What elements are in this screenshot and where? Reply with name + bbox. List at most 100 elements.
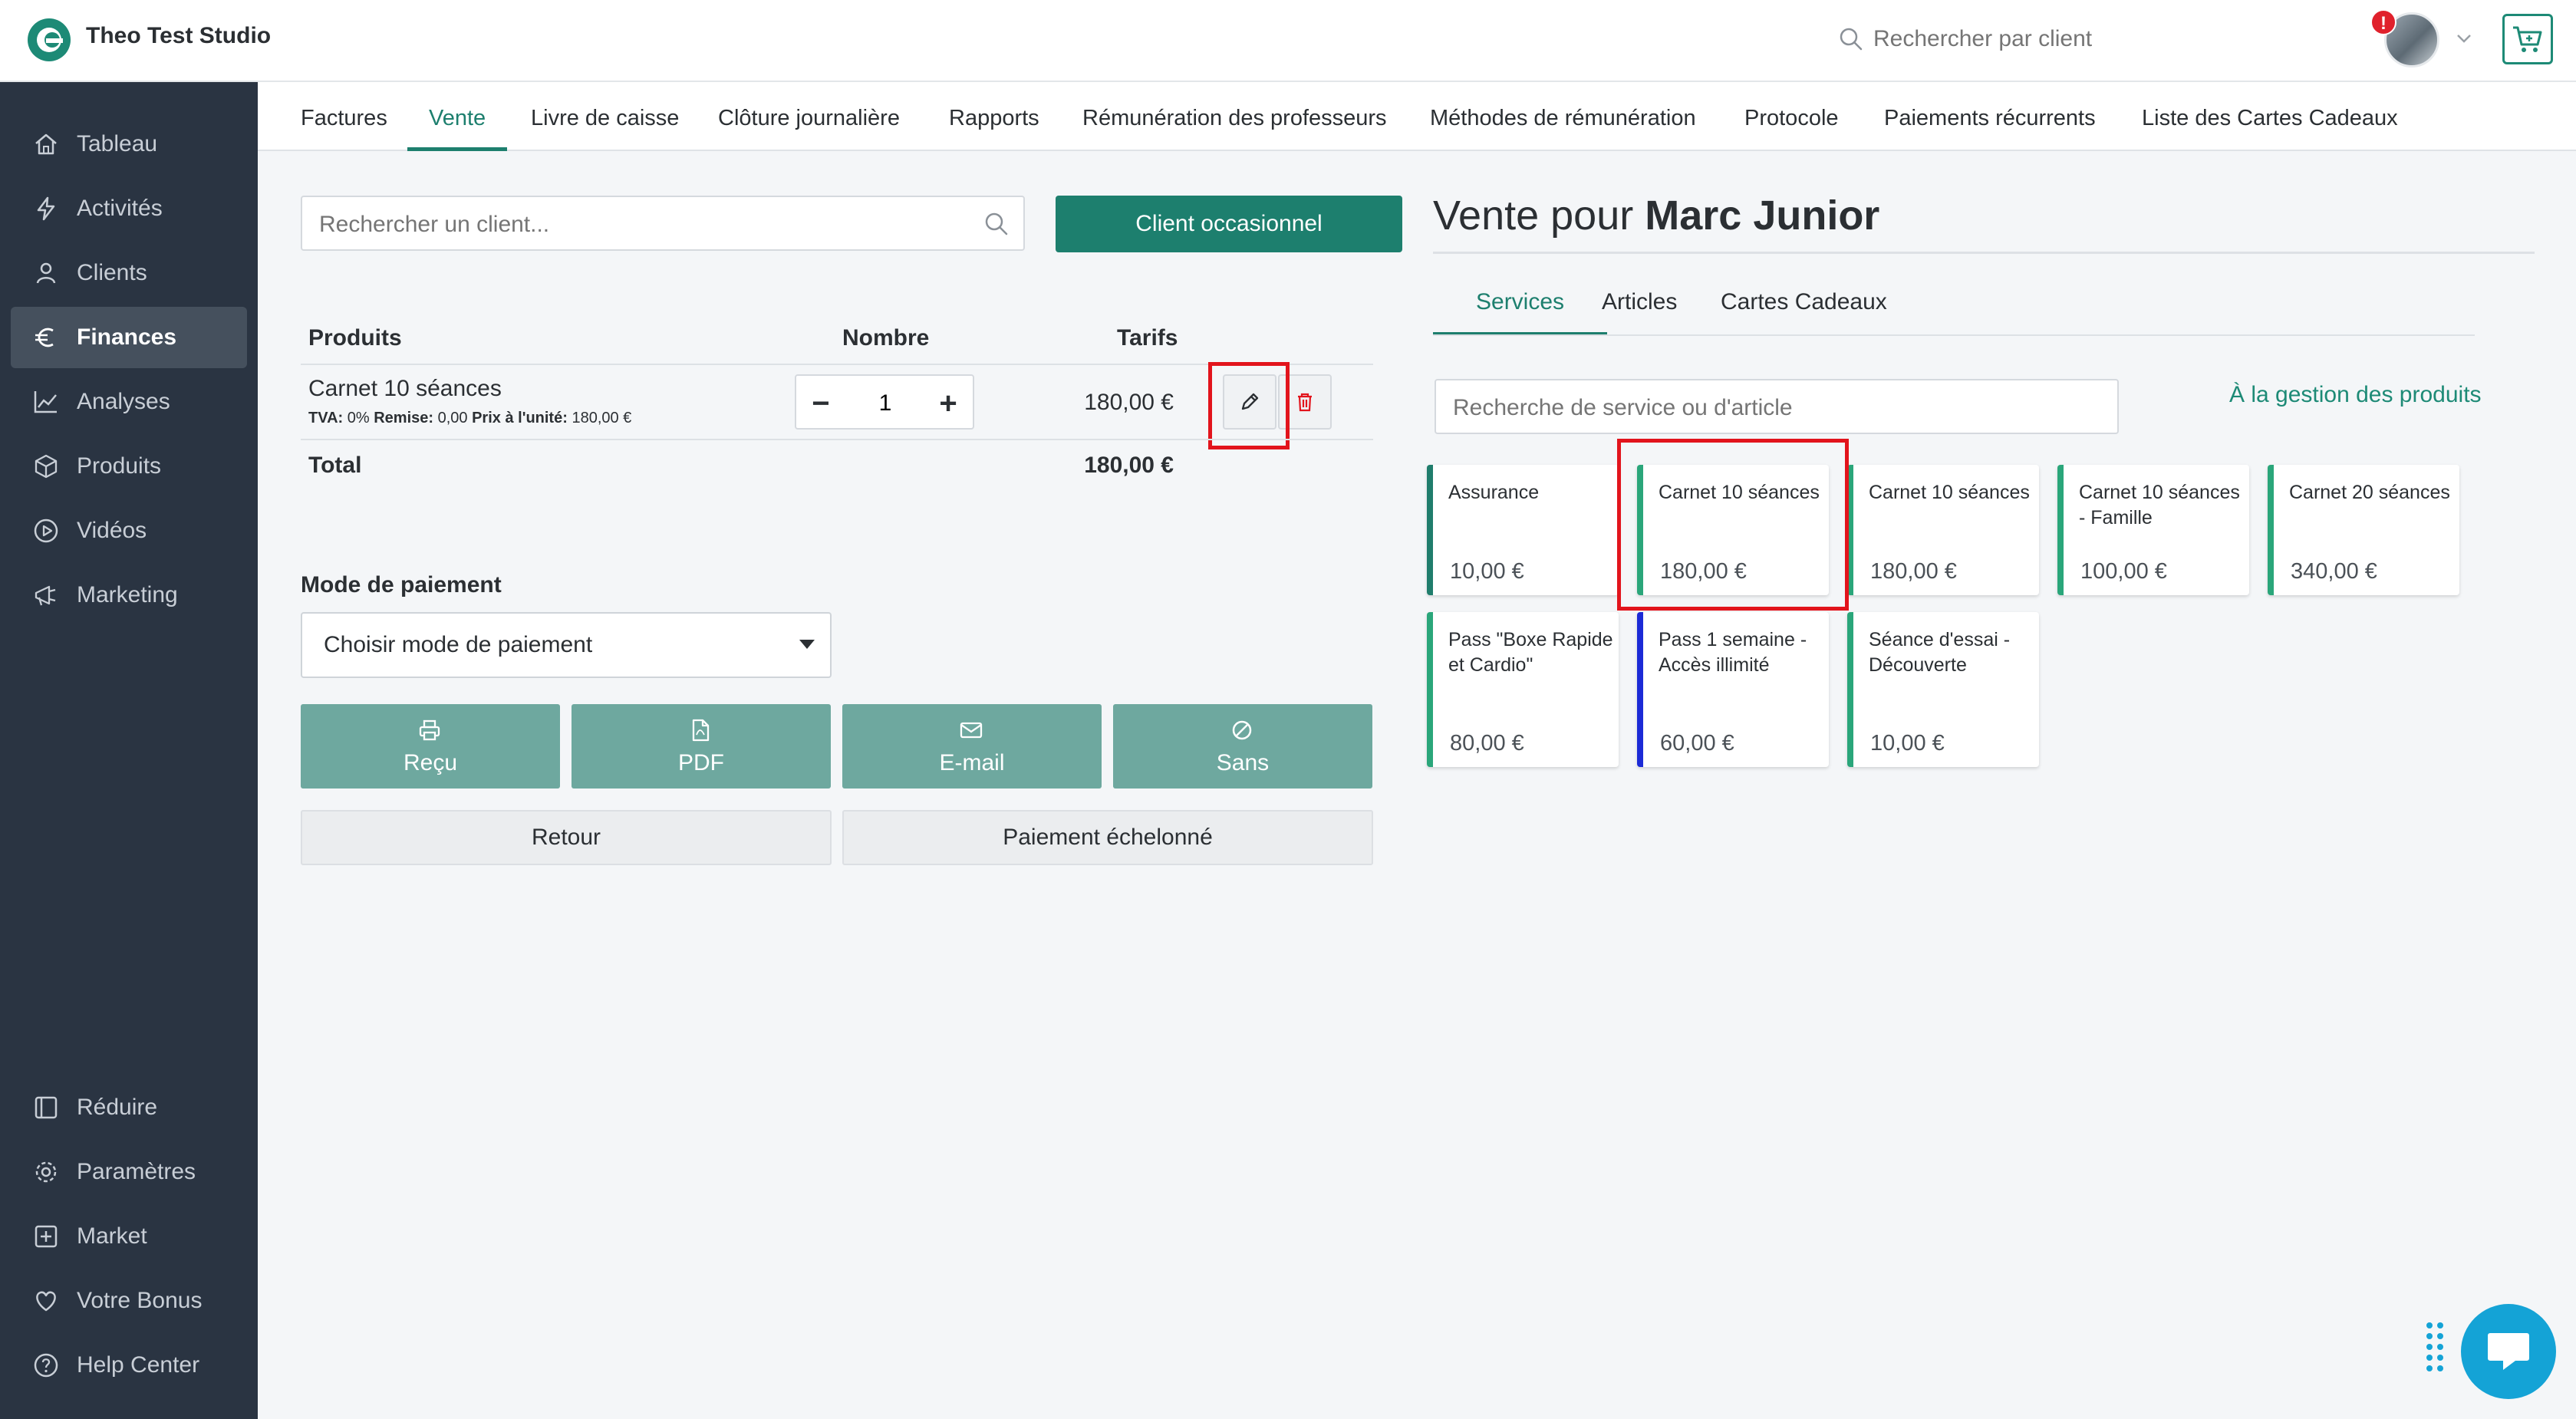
product-card[interactable]: Assurance 10,00 € — [1427, 465, 1619, 595]
tab-paiements-recurrents[interactable]: Paiements récurrents — [1884, 82, 2096, 151]
trash-icon — [1298, 393, 1312, 412]
payment-method-label: Mode de paiement — [301, 572, 502, 598]
sidebar-item-analyses[interactable]: Analyses — [11, 371, 247, 433]
sidebar-item-videos[interactable]: Vidéos — [11, 500, 247, 561]
service-search-input[interactable] — [1453, 393, 2097, 423]
client-global-search[interactable] — [1838, 21, 2160, 57]
quantity-input[interactable] — [847, 387, 924, 420]
client-search — [301, 196, 1025, 251]
delete-line-button[interactable] — [1278, 374, 1332, 430]
client-name: Marc Junior — [1645, 193, 1880, 239]
tab-livre-de-caisse[interactable]: Livre de caisse — [531, 82, 679, 151]
product-card[interactable]: Carnet 20 séances 340,00 € — [2268, 465, 2459, 595]
tab-cloture-journaliere[interactable]: Clôture journalière — [718, 82, 900, 151]
product-card-price: 180,00 € — [1870, 559, 1957, 584]
sidebar-item-marketing[interactable]: Marketing — [11, 565, 247, 626]
product-card-name: Carnet 10 séances — [1869, 482, 2030, 503]
search-icon[interactable] — [983, 211, 1010, 237]
tab-rapports[interactable]: Rapports — [949, 82, 1039, 151]
column-header-price: Tarifs — [1117, 325, 1178, 351]
pdf-button[interactable]: PDF — [572, 704, 831, 789]
table-divider — [301, 364, 1373, 365]
sidebar-item-tableau[interactable]: Tableau — [11, 114, 247, 175]
sidebar-item-label: Vidéos — [77, 518, 147, 543]
product-card[interactable]: Carnet 10 séances - Famille 100,00 € — [2057, 465, 2249, 595]
tab-vente[interactable]: Vente — [407, 82, 508, 151]
product-card-price: 60,00 € — [1660, 731, 1734, 756]
decrease-quantity-button[interactable]: − — [804, 387, 838, 420]
sidebar-item-produits[interactable]: Produits — [11, 436, 247, 497]
sidebar-item-parametres[interactable]: Paramètres — [11, 1141, 247, 1203]
chevron-down-icon[interactable] — [2453, 28, 2475, 49]
cart-button[interactable] — [2502, 14, 2553, 64]
tab-services[interactable]: Services — [1433, 279, 1608, 336]
installment-payment-button[interactable]: Paiement échelonné — [842, 810, 1373, 865]
tab-remuneration-professeurs[interactable]: Rémunération des professeurs — [1082, 82, 1387, 151]
product-card-name: Carnet 10 séances - Famille — [2079, 482, 2240, 528]
product-management-link[interactable]: À la gestion des produits — [2229, 382, 2482, 408]
sidebar-item-label: Réduire — [77, 1095, 158, 1120]
gear-icon — [35, 1161, 57, 1183]
sidebar-item-market[interactable]: Market — [11, 1206, 247, 1267]
line-price: 180,00 € — [1084, 390, 1174, 415]
tab-liste-cartes-cadeaux[interactable]: Liste des Cartes Cadeaux — [2142, 82, 2398, 151]
printer-icon — [419, 719, 440, 741]
caret-down-icon — [799, 640, 815, 649]
receipt-button[interactable]: Reçu — [301, 704, 560, 789]
home-icon — [35, 133, 57, 155]
plus-square-icon — [35, 1225, 58, 1248]
edit-line-button[interactable] — [1223, 374, 1276, 430]
bolt-icon — [37, 196, 55, 221]
sidebar-item-clients[interactable]: Clients — [11, 242, 247, 304]
product-card[interactable]: Pass 1 semaine - Accès illimité 60,00 € — [1637, 612, 1829, 767]
email-button[interactable]: E-mail — [842, 704, 1102, 789]
sidebar: Tableau Activités Clients Finances Analy… — [0, 82, 258, 1419]
sidebar-item-votre-bonus[interactable]: Votre Bonus — [11, 1270, 247, 1332]
tab-articles[interactable]: Articles — [1602, 279, 1677, 336]
product-card[interactable]: Carnet 10 séances 180,00 € — [1637, 465, 1829, 595]
tab-methodes-remuneration[interactable]: Méthodes de rémunération — [1430, 82, 1696, 151]
tab-factures[interactable]: Factures — [301, 82, 387, 151]
product-card[interactable]: Carnet 10 séances 180,00 € — [1847, 465, 2039, 595]
ban-icon — [1232, 720, 1252, 740]
top-bar: Theo Test Studio ! — [0, 0, 2576, 82]
euro-icon — [35, 328, 54, 347]
pdf-icon — [692, 719, 710, 742]
payment-method-select[interactable]: Choisir mode de paiement — [301, 612, 832, 678]
product-card[interactable]: Pass "Boxe Rapide et Cardio" 80,00 € — [1427, 612, 1619, 767]
payment-method-selected: Choisir mode de paiement — [324, 632, 593, 657]
user-icon — [36, 262, 56, 284]
sidebar-item-help-center[interactable]: Help Center — [11, 1335, 247, 1396]
sidebar-item-activites[interactable]: Activités — [11, 178, 247, 239]
sidebar-item-label: Market — [77, 1223, 147, 1249]
product-card[interactable]: Séance d'essai - Découverte 10,00 € — [1847, 612, 2039, 767]
finances-subnav: Factures Vente Livre de caisse Clôture j… — [258, 82, 2576, 151]
column-header-products: Produits — [308, 325, 402, 351]
app-logo-icon[interactable] — [26, 17, 72, 63]
drag-handle-icon[interactable] — [2424, 1319, 2446, 1375]
sidebar-item-reduire[interactable]: Réduire — [11, 1077, 247, 1138]
client-search-input[interactable] — [319, 209, 948, 240]
total-label: Total — [308, 453, 362, 478]
app-title: Theo Test Studio — [86, 23, 272, 48]
chart-icon — [34, 391, 57, 413]
sidebar-item-label: Activités — [77, 196, 163, 221]
total-value: 180,00 € — [1084, 453, 1174, 478]
sidebar-item-finances[interactable]: Finances — [11, 307, 247, 368]
occasional-client-button[interactable]: Client occasionnel — [1056, 196, 1402, 252]
notification-badge[interactable]: ! — [2370, 9, 2396, 35]
product-card-name: Séance d'essai - Découverte — [1869, 629, 2011, 676]
global-search-input[interactable] — [1873, 26, 2149, 52]
box-icon — [35, 454, 58, 479]
no-receipt-button[interactable]: Sans — [1113, 704, 1372, 789]
tab-cartes-cadeaux[interactable]: Cartes Cadeaux — [1721, 279, 1887, 336]
megaphone-icon — [35, 585, 56, 606]
product-card-price: 80,00 € — [1450, 731, 1524, 756]
product-card-name: Carnet 20 séances — [2289, 482, 2450, 503]
shopping-cart-icon — [2513, 26, 2542, 52]
tab-protocole[interactable]: Protocole — [1744, 82, 1839, 151]
increase-quantity-button[interactable]: + — [931, 387, 965, 420]
back-button[interactable]: Retour — [301, 810, 832, 865]
service-search — [1435, 379, 2119, 434]
chat-button[interactable] — [2461, 1304, 2556, 1399]
